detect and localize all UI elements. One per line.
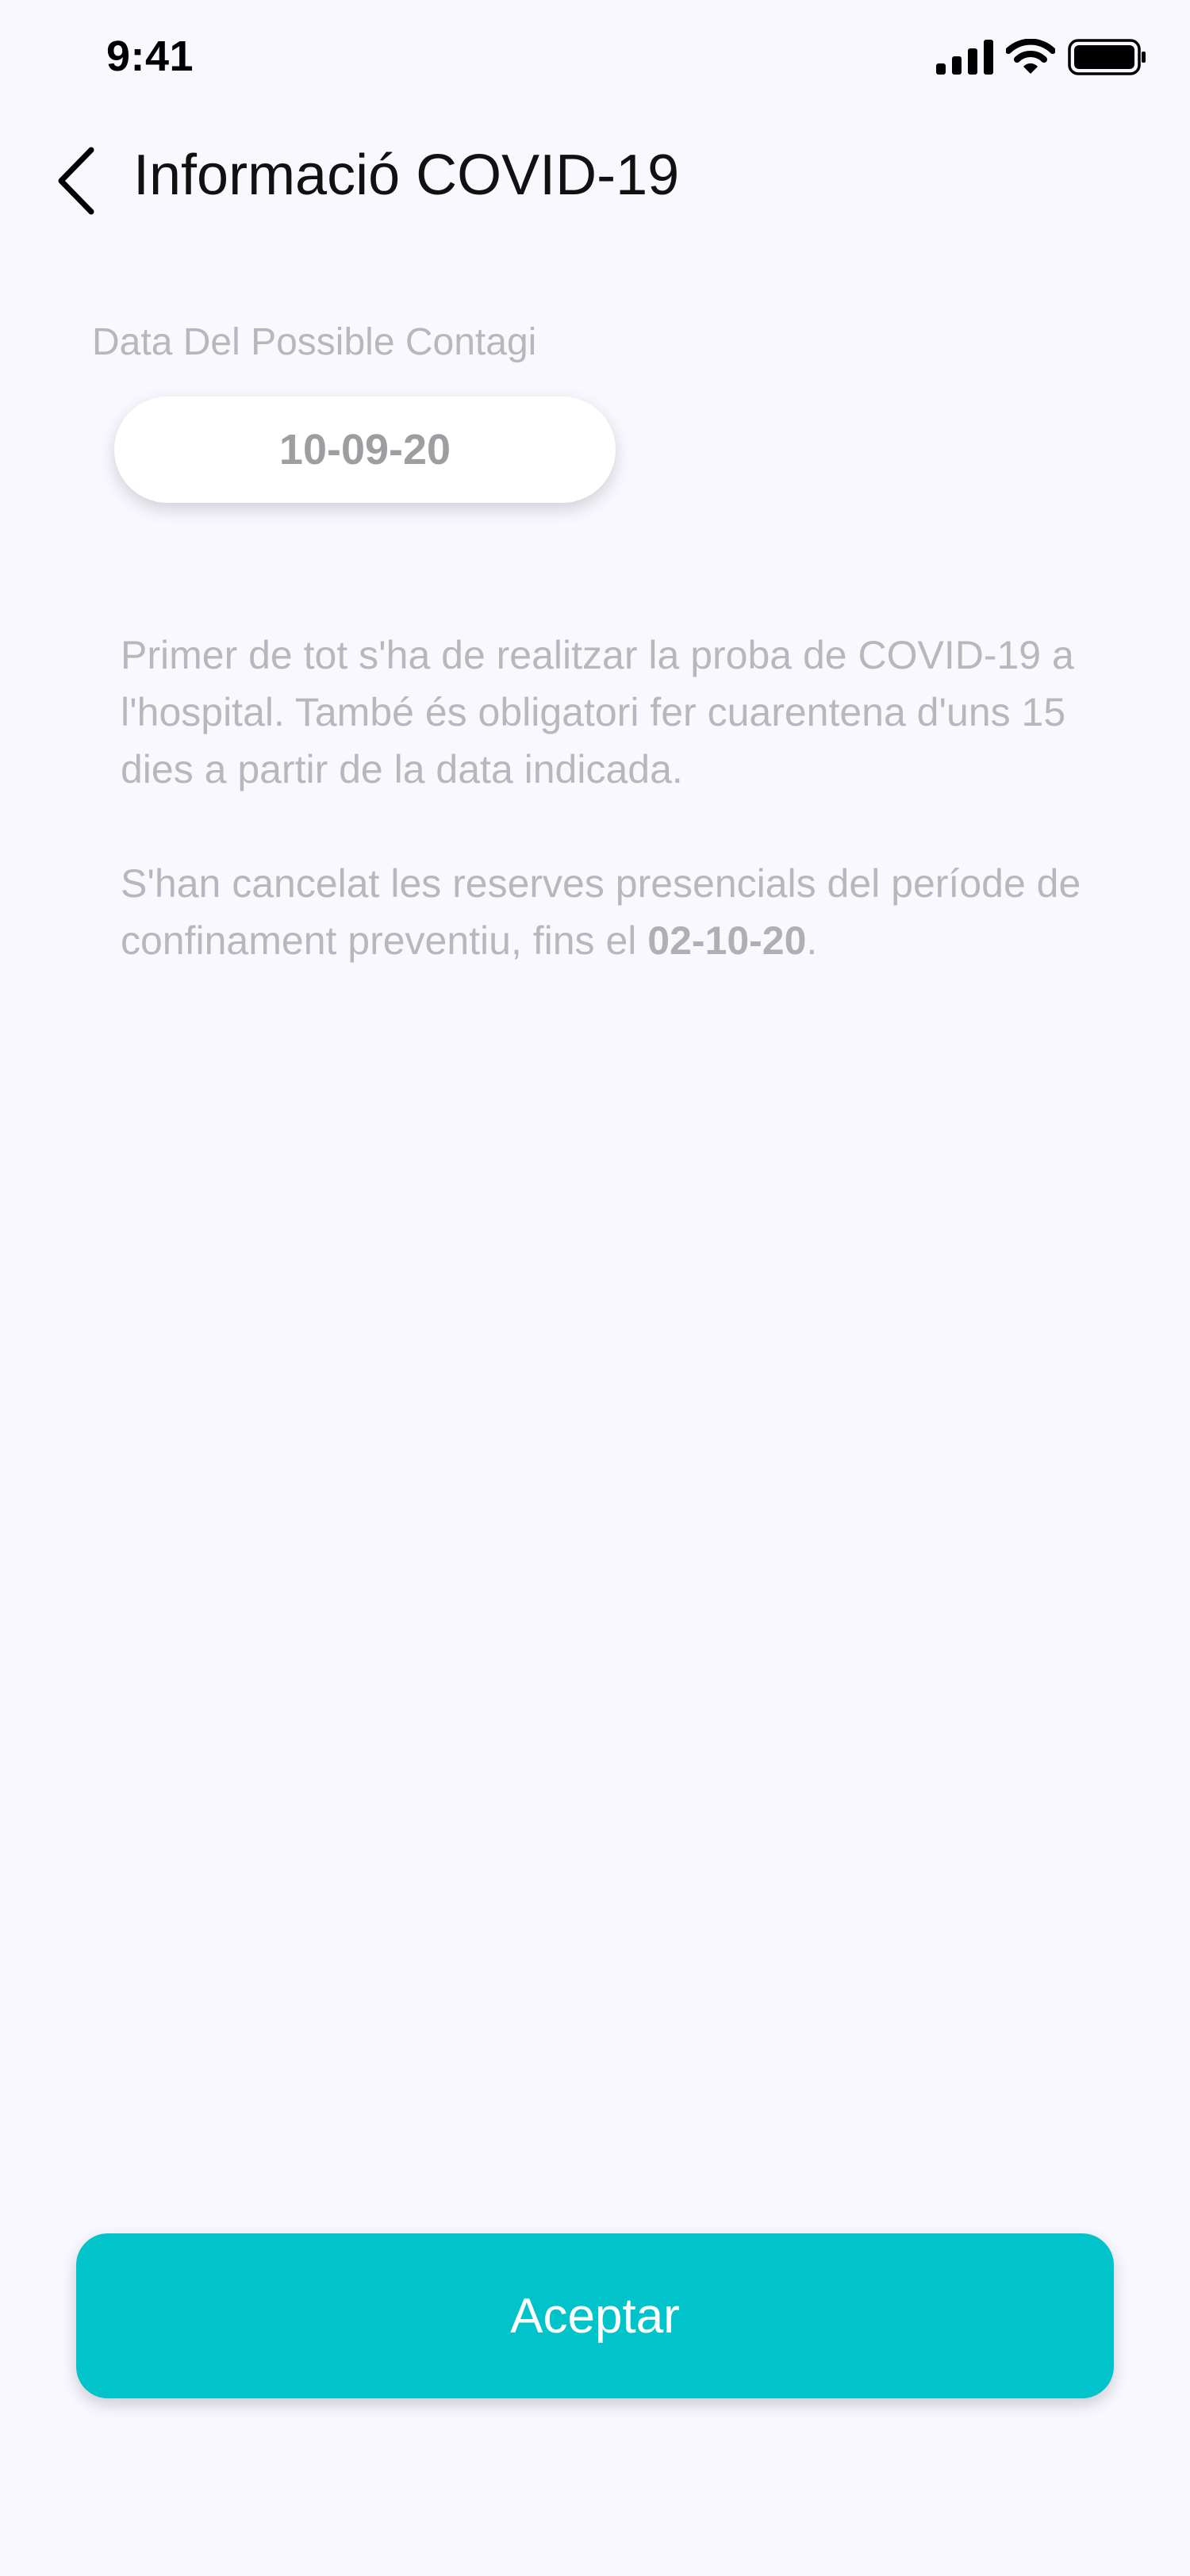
wifi-icon xyxy=(1006,39,1055,74)
battery-icon xyxy=(1068,39,1146,75)
info-paragraph-2: S'han cancelat les reserves presencials … xyxy=(121,855,1096,969)
header: Informació COVID-19 xyxy=(0,119,1190,238)
info-paragraph-2-end: . xyxy=(806,918,818,963)
back-button[interactable] xyxy=(44,141,108,220)
status-icons xyxy=(936,36,1147,78)
signal-icon xyxy=(936,40,993,75)
info-paragraph-2-text: S'han cancelat les reserves presencials … xyxy=(121,861,1081,963)
confinement-end-date: 02-10-20 xyxy=(647,918,807,963)
status-time: 9:41 xyxy=(106,33,194,80)
contagion-date-field[interactable]: 10-09-20 xyxy=(114,397,616,503)
accept-button[interactable]: Aceptar xyxy=(76,2233,1114,2398)
status-bar: 9:41 xyxy=(0,0,1190,119)
info-paragraph-1: Primer de tot s'ha de realitzar la proba… xyxy=(121,633,1074,792)
date-field-label: Data Del Possible Contagi xyxy=(92,321,537,363)
page-title: Informació COVID-19 xyxy=(133,144,680,207)
chevron-left-icon xyxy=(58,147,94,215)
